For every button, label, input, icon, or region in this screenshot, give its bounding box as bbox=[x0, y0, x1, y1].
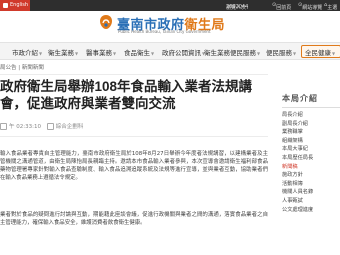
sidebar-item-staff[interactable]: 機關人員名錄 bbox=[282, 188, 340, 197]
home-label: 主選 bbox=[327, 5, 338, 11]
nav-item-food[interactable]: 食品衛生▼ bbox=[124, 47, 154, 57]
sidebar-item-director[interactable]: 局長介紹 bbox=[282, 111, 340, 120]
sidebar-item-past-directors[interactable]: 本局歷任局長 bbox=[282, 154, 340, 163]
chevron-down-icon: ▼ bbox=[75, 51, 79, 56]
flag-icon bbox=[3, 3, 8, 8]
chevron-down-icon: ▼ bbox=[332, 51, 336, 56]
article-time: 午 02:33:10 bbox=[9, 124, 41, 130]
article-headline: 政府衛生局舉辦108年食品輸入業者法規講會，促進政府與業者雙向交流 bbox=[0, 79, 253, 111]
bureau-logo-icon[interactable] bbox=[99, 14, 113, 30]
chevron-down-icon: ▼ bbox=[257, 51, 261, 56]
home-link[interactable]: ⌂ 主選 bbox=[324, 2, 337, 11]
nav-label: 全民健康 bbox=[305, 49, 331, 57]
sitemap-link[interactable]: ⊙ 網站導覽 bbox=[298, 2, 322, 11]
nav-label: 市政介紹 bbox=[12, 49, 38, 57]
sidebar-item-history[interactable]: 本局大事紀 bbox=[282, 145, 340, 154]
nav-item-intro[interactable]: 市政介紹▼ bbox=[12, 47, 42, 57]
top-utility-bar: English 瀏覽人次： 2692044 ⊙ 回前頁 ⊙ 網站導覽 ⌂ 主選 bbox=[0, 0, 340, 11]
article-meta: 午 02:33:10 綜合企劃科 bbox=[0, 122, 83, 130]
nav-label: 衛生業務 bbox=[48, 49, 74, 57]
chevron-down-icon: ▼ bbox=[39, 51, 43, 56]
nav-item-services[interactable]: 衛生業務便民服務▼ bbox=[204, 47, 260, 57]
divider bbox=[0, 136, 268, 137]
article-paragraph: 輸入食品業者專責自主管理能力，臺南市政府衛生局於108年8月27日舉辦今年度者法… bbox=[0, 151, 268, 181]
main-nav: 市政介紹▼ 衛生業務▼ 醫事業務▼ 食品衛生▼ 政府公開資訊▼ 衛生業務便民服務… bbox=[0, 42, 340, 60]
sidebar-item-duties[interactable]: 業務職掌 bbox=[282, 128, 340, 137]
nav-label: 政府公開資訊 bbox=[162, 49, 201, 57]
unit-icon bbox=[46, 123, 54, 130]
article-unit[interactable]: 綜合企劃科 bbox=[56, 124, 84, 130]
nav-item-national-health[interactable]: 全民健康▼ bbox=[305, 47, 335, 57]
sidebar-item-news[interactable]: 新聞稿 bbox=[282, 163, 340, 172]
chevron-down-icon: ▼ bbox=[151, 51, 155, 56]
divider bbox=[0, 74, 268, 75]
chevron-down-icon: ▼ bbox=[113, 51, 117, 56]
language-english-label: English bbox=[10, 2, 29, 8]
back-label: 回前頁 bbox=[276, 5, 292, 11]
sidebar-item-policy[interactable]: 施政方針 bbox=[282, 171, 340, 180]
sidebar-title: 本局介紹 bbox=[282, 93, 340, 108]
nav-item-convenience[interactable]: 便民服務▼ bbox=[266, 47, 296, 57]
chevron-down-icon: ▼ bbox=[293, 51, 297, 56]
nav-item-open-info[interactable]: 政府公開資訊▼ bbox=[162, 47, 205, 57]
back-link[interactable]: ⊙ 回前頁 bbox=[272, 2, 291, 11]
sidebar-item-document-status[interactable]: 公文處理進度 bbox=[282, 206, 340, 215]
nav-label: 醫事業務 bbox=[86, 49, 112, 57]
sidebar-item-recruit[interactable]: 人事甄試 bbox=[282, 197, 340, 206]
site-subtitle: Public Health Bureau, Tainan City Govern… bbox=[118, 29, 211, 34]
language-english-button[interactable]: English bbox=[0, 0, 30, 11]
calendar-icon bbox=[0, 123, 7, 130]
nav-label: 便民服務 bbox=[266, 49, 292, 57]
nav-label: 衛生業務便民服務 bbox=[204, 49, 256, 57]
nav-item-medical[interactable]: 醫事業務▼ bbox=[86, 47, 116, 57]
sidebar-item-organization[interactable]: 組織架構 bbox=[282, 137, 340, 146]
nav-label: 食品衛生 bbox=[124, 49, 150, 57]
article-paragraph: 業者對於食品的疑問進行討論與互動，期能藉此座談會議，促進行政機關與業者之間的溝通… bbox=[0, 212, 268, 226]
sidebar-item-album[interactable]: 活動相簿 bbox=[282, 180, 340, 189]
sitemap-label: 網站導覽 bbox=[302, 5, 323, 11]
sidebar-item-deputy[interactable]: 副局長介紹 bbox=[282, 120, 340, 129]
sidebar: 本局介紹 局長介紹 副局長介紹 業務職掌 組織架構 本局大事紀 本局歷任局長 新… bbox=[282, 93, 340, 214]
visitor-count: 2692044 bbox=[226, 4, 249, 10]
breadcrumb[interactable]: 局公告 | 新聞新聞 bbox=[0, 63, 44, 71]
nav-item-health[interactable]: 衛生業務▼ bbox=[48, 47, 78, 57]
